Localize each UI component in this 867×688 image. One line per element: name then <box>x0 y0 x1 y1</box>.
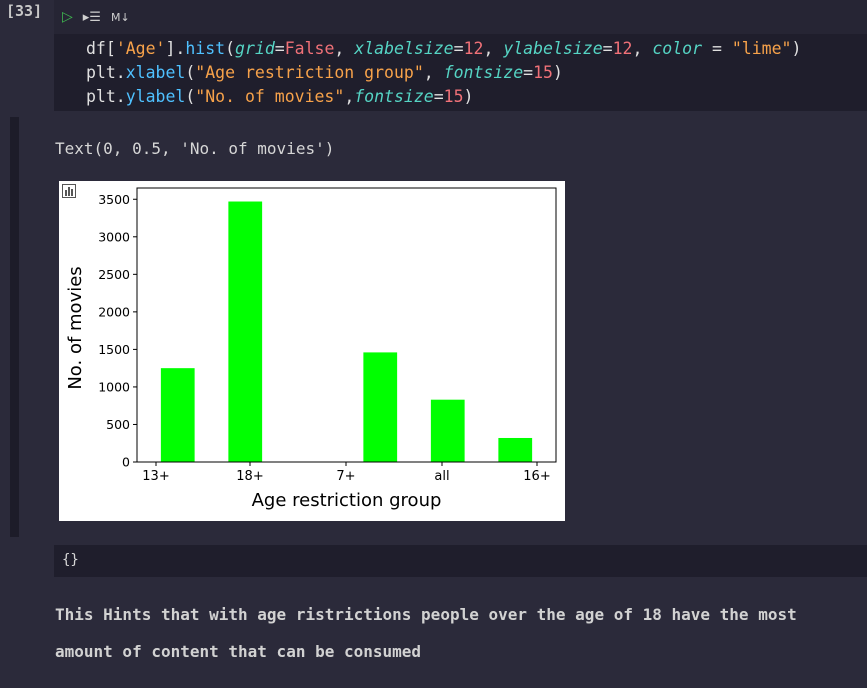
markdown-cell-text: This Hints that with age ristrictions pe… <box>55 605 797 661</box>
execution-count: [33] <box>6 2 43 20</box>
code-line: plt.ylabel("No. of movies",fontsize=15) <box>86 85 867 109</box>
x-tick-label: 18+ <box>236 469 263 484</box>
y-axis-label: No. of movies <box>65 266 86 389</box>
code-token: ) <box>791 39 802 58</box>
y-tick-label: 500 <box>106 417 130 432</box>
code-token: 'Age' <box>115 39 166 58</box>
code-token: plt. <box>86 63 126 82</box>
code-token: "No. of movies" <box>195 87 345 106</box>
x-axis-label: Age restriction group <box>252 490 442 511</box>
code-token: df[ <box>86 39 116 58</box>
code-token: = <box>523 63 534 82</box>
x-tick-label: 13+ <box>142 469 169 484</box>
code-token: ) <box>463 87 474 106</box>
histogram-bar <box>430 399 465 462</box>
histogram-bar <box>228 201 263 462</box>
x-tick-label: all <box>434 469 449 484</box>
y-tick-label: 0 <box>122 455 130 470</box>
code-token: grid <box>235 39 275 58</box>
histogram-bar <box>498 437 533 462</box>
cell-toolbar: ▷ ▸☰ M↓ <box>54 0 867 34</box>
output-collapse-bar[interactable] <box>10 117 19 537</box>
code-token: ylabel <box>125 87 186 106</box>
code-token: , <box>632 39 653 58</box>
code-token: , <box>483 39 504 58</box>
code-token: ( <box>225 39 236 58</box>
split-cell-icon[interactable]: ▸☰ <box>83 10 101 25</box>
code-line: df['Age'].hist(grid=False, xlabelsize=12… <box>86 37 867 61</box>
y-tick-label: 1500 <box>98 342 130 357</box>
code-token: color <box>652 39 703 58</box>
code-token: fontsize <box>354 87 434 106</box>
code-token: = <box>433 87 444 106</box>
code-token: False <box>284 39 335 58</box>
y-tick-label: 1000 <box>98 379 130 394</box>
y-tick-label: 2000 <box>98 304 130 319</box>
y-tick-label: 3000 <box>98 229 130 244</box>
code-token: 15 <box>533 63 553 82</box>
code-token: = <box>602 39 613 58</box>
code-editor[interactable]: df['Age'].hist(grid=False, xlabelsize=12… <box>54 34 867 111</box>
code-token: , <box>334 39 355 58</box>
code-token: = <box>274 39 285 58</box>
x-tick-label: 7+ <box>336 469 355 484</box>
histogram-bar <box>160 368 195 462</box>
code-token: , <box>423 63 444 82</box>
y-tick-label: 2500 <box>98 267 130 282</box>
code-token: 12 <box>612 39 633 58</box>
code-token: xlabel <box>125 63 186 82</box>
json-output[interactable]: {} <box>54 545 867 577</box>
code-line: plt.xlabel("Age restriction group", font… <box>86 61 867 85</box>
code-token: fontsize <box>443 63 524 82</box>
code-token: ) <box>552 63 563 82</box>
code-token: 15 <box>443 87 464 106</box>
code-token: = <box>453 39 464 58</box>
run-cell-icon[interactable]: ▷ <box>62 9 73 25</box>
code-token: "Age restriction group" <box>195 63 424 82</box>
code-token: hist <box>185 39 226 58</box>
bar-chart: 0 500 1000 1500 2000 2500 3000 3500 13+ 18+ 7+ all 1… <box>65 187 557 511</box>
code-token: "lime" <box>731 39 792 58</box>
code-token: ( <box>185 63 196 82</box>
code-token: = <box>702 39 732 58</box>
histogram-plot: 0 500 1000 1500 2000 2500 3000 3500 13+ 18+ 7+ all 1… <box>59 181 565 521</box>
markdown-toggle-button[interactable]: M↓ <box>111 11 130 24</box>
histogram-bar <box>363 352 398 462</box>
x-tick-label: 16+ <box>523 469 550 484</box>
code-token: ( <box>185 87 196 106</box>
plot-chart-icon[interactable] <box>62 184 76 198</box>
code-token: xlabelsize <box>354 39 454 58</box>
output-text-repr: Text(0, 0.5, 'No. of movies') <box>55 139 335 158</box>
code-token: plt. <box>86 87 126 106</box>
code-token: ylabelsize <box>503 39 603 58</box>
axes-frame <box>136 187 557 463</box>
y-tick-label: 3500 <box>98 192 130 207</box>
code-token: ]. <box>165 39 186 58</box>
code-token: 12 <box>463 39 484 58</box>
code-token: , <box>344 87 355 106</box>
